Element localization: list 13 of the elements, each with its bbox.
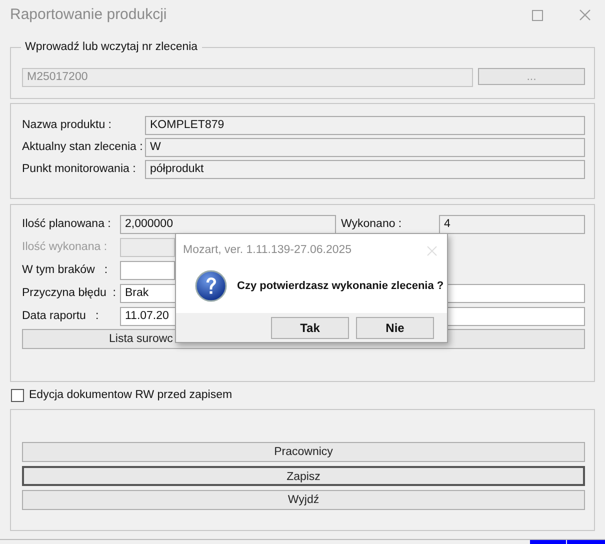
field-label: Data raportu : [22,309,100,324]
field-label: Punkt monitorowania : [22,162,137,177]
dialog-title: Mozart, ver. 1.11.139-27.06.2025 [183,243,352,258]
field-label: Ilość planowana : [22,217,112,232]
field-label: W tym braków : [22,263,109,278]
field-label: Nazwa produktu : [22,118,112,133]
window-title: Raportowanie produkcji [10,4,167,25]
field-label: Wykonano : [341,217,403,232]
field-label: Przyczyna błędu : [22,286,117,301]
checkbox-label: Edycja dokumentow RW przed zapisem [29,388,232,403]
dialog-message: Czy potwierdzasz wykonanie zlecenia ? [237,278,444,294]
field-label: Aktualny stan zlecenia : [22,140,144,155]
field-label: Ilość wykonana : [22,240,108,255]
